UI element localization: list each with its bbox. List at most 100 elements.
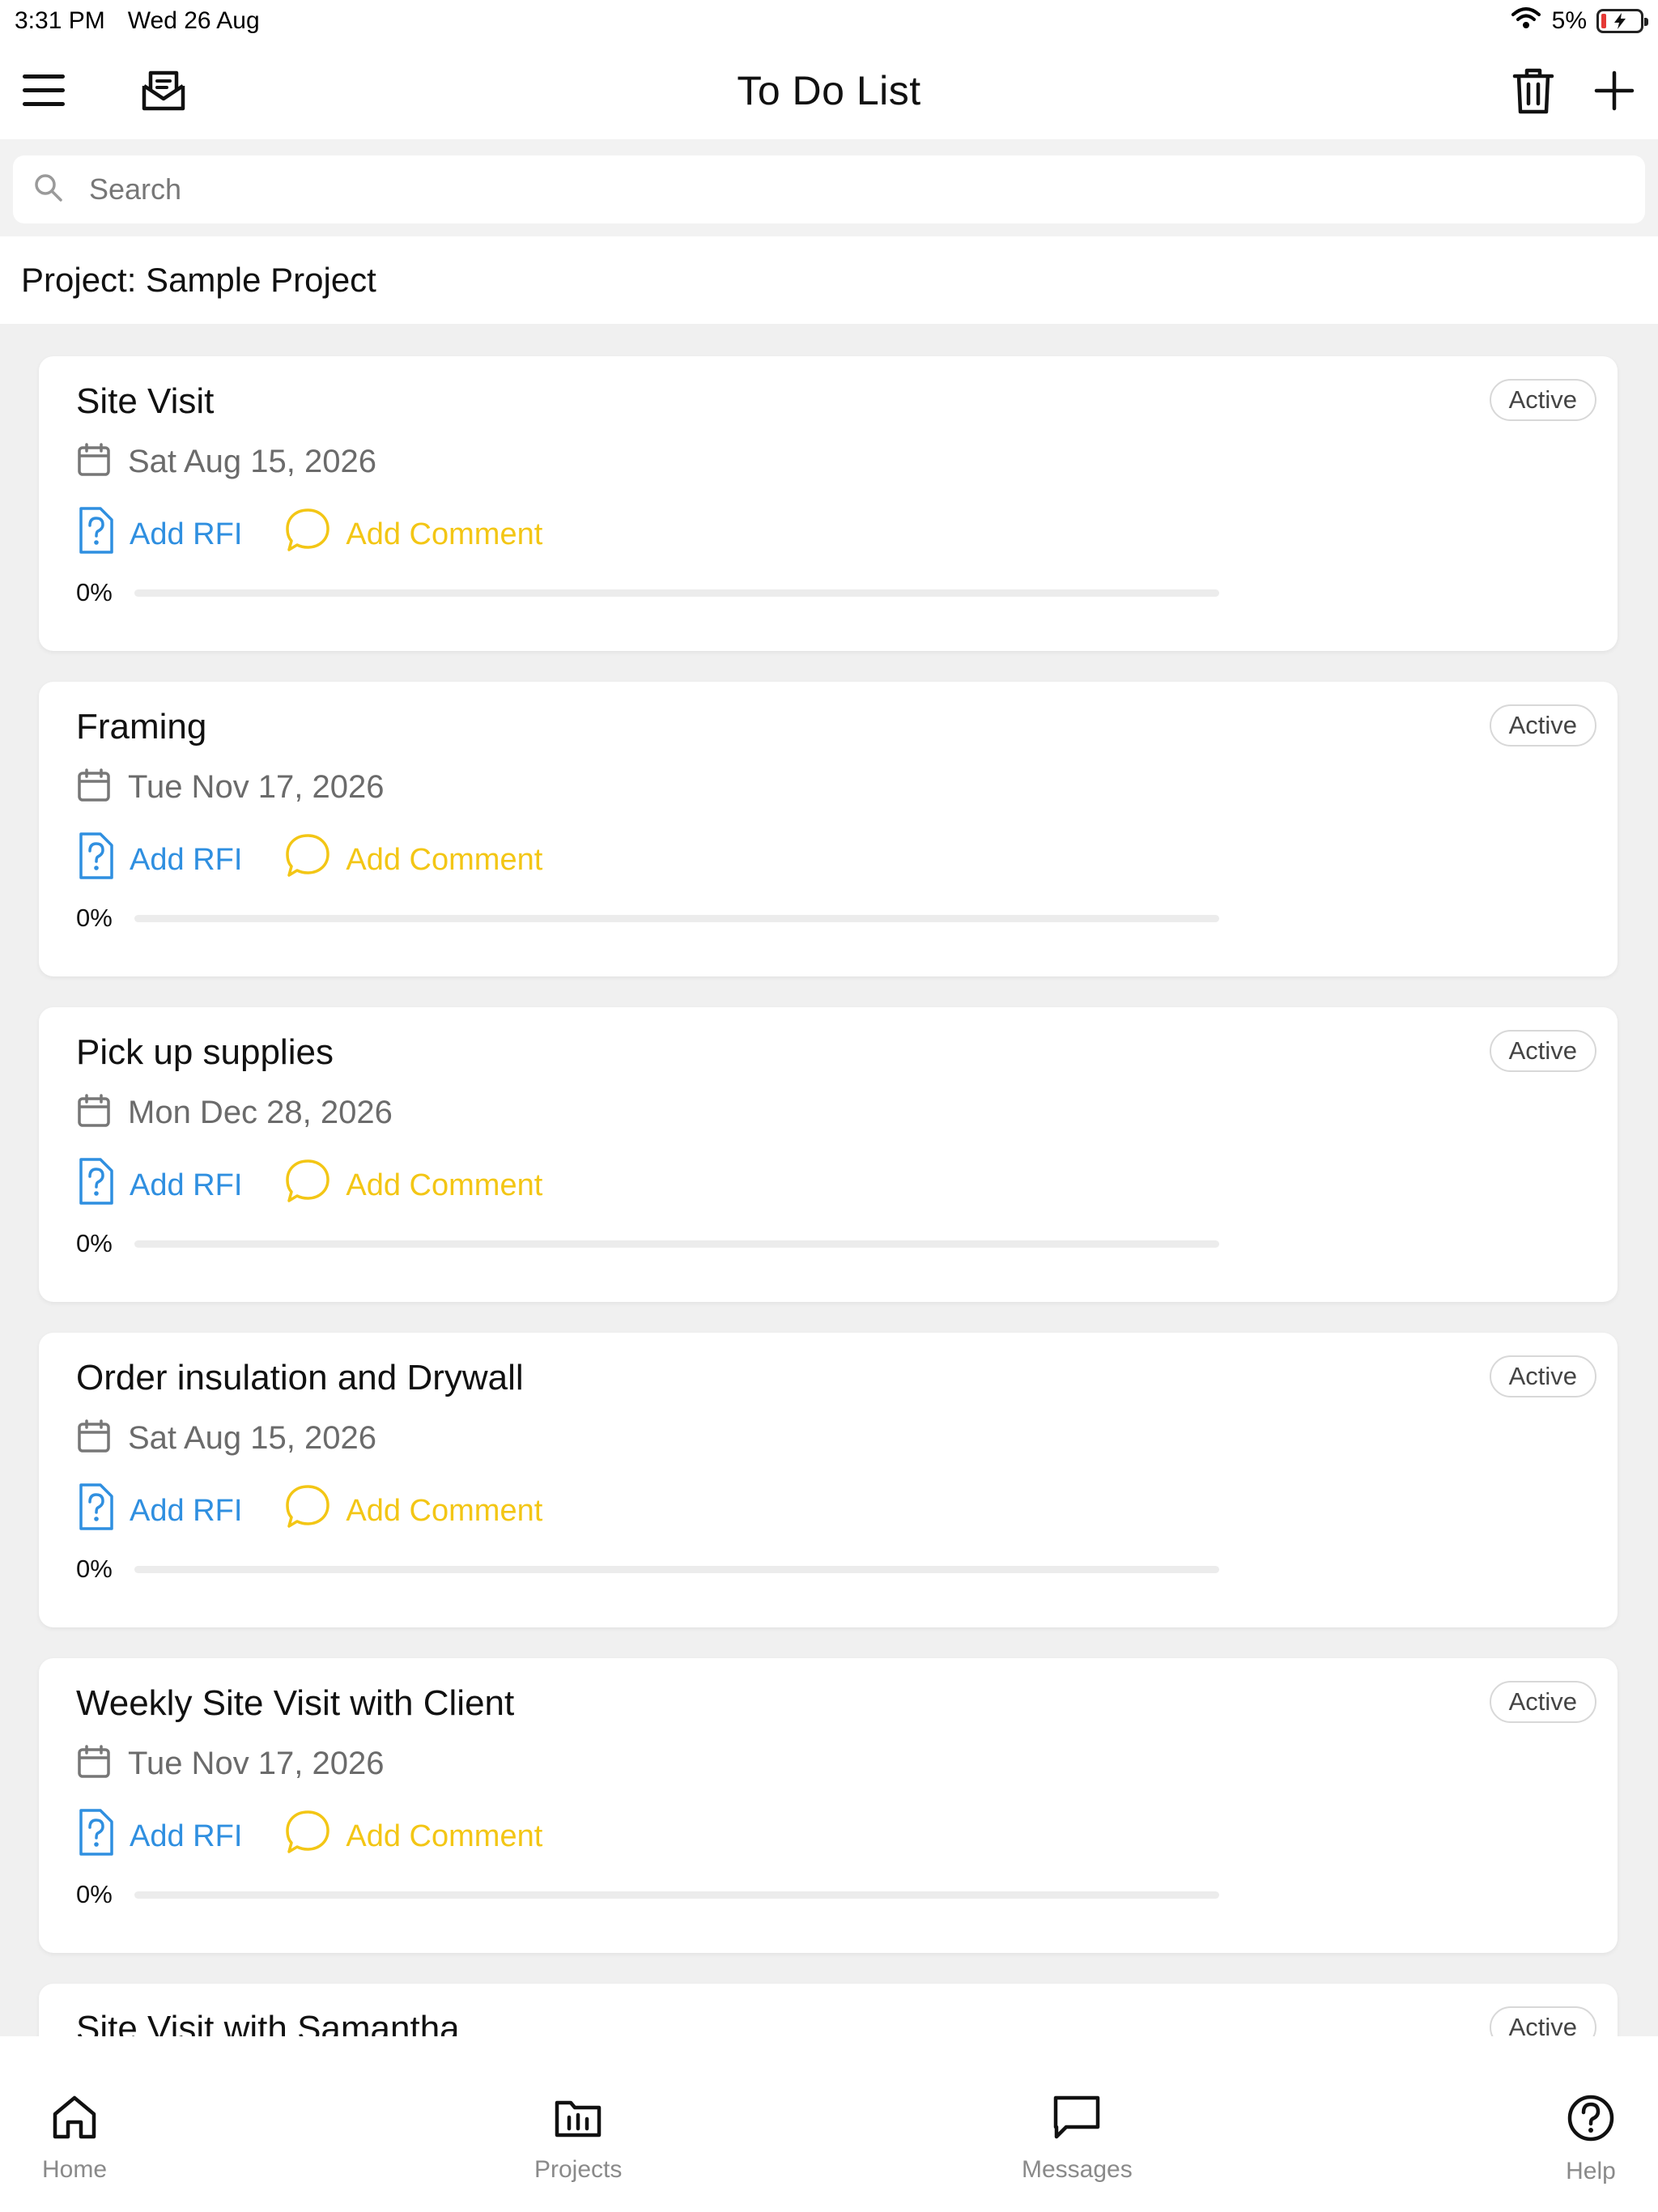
task-actions: Add RFI Add Comment	[76, 506, 1580, 563]
add-comment-button[interactable]: Add Comment	[284, 1809, 542, 1864]
calendar-icon	[76, 1093, 112, 1133]
messages-icon	[1052, 2093, 1102, 2148]
task-card[interactable]: Pick up supplies Active Mon Dec 28, 2026…	[39, 1007, 1618, 1302]
tab-projects[interactable]: Projects	[534, 2093, 622, 2184]
add-rfi-label: Add RFI	[130, 1493, 243, 1528]
trash-icon	[1512, 66, 1554, 119]
task-card[interactable]: Order insulation and Drywall Active Sat …	[39, 1333, 1618, 1627]
progress-row: 0%	[76, 1229, 1580, 1258]
task-date-row: Sat Aug 15, 2026	[76, 1414, 1580, 1462]
task-date-row: Tue Nov 17, 2026	[76, 763, 1580, 811]
add-rfi-button[interactable]: Add RFI	[76, 832, 242, 888]
task-card[interactable]: Framing Active Tue Nov 17, 2026 Add RFI …	[39, 682, 1618, 976]
rfi-document-icon	[76, 1808, 115, 1865]
comment-bubble-icon	[284, 1483, 331, 1538]
project-label: Project: Sample Project	[21, 261, 376, 299]
task-date-row: Tue Nov 17, 2026	[76, 1739, 1580, 1788]
progress-bar	[134, 589, 1219, 597]
help-icon	[1566, 2093, 1616, 2150]
menu-button[interactable]	[18, 66, 70, 118]
status-badge: Active	[1489, 379, 1596, 421]
tab-messages-label: Messages	[1022, 2156, 1133, 2183]
calendar-icon	[76, 1744, 112, 1784]
calendar-icon	[76, 1419, 112, 1458]
battery-percent: 5%	[1551, 7, 1587, 34]
rfi-document-icon	[76, 1482, 115, 1539]
task-date: Sat Aug 15, 2026	[128, 443, 376, 479]
add-comment-button[interactable]: Add Comment	[284, 507, 542, 562]
add-rfi-label: Add RFI	[130, 1168, 243, 1202]
add-rfi-button[interactable]: Add RFI	[76, 1482, 242, 1539]
home-icon	[50, 2093, 99, 2148]
task-card[interactable]: Site Visit with Samantha Active Add RFI …	[39, 1984, 1618, 2036]
calendar-icon	[76, 442, 112, 482]
add-rfi-button[interactable]: Add RFI	[76, 1157, 242, 1214]
add-comment-button[interactable]: Add Comment	[284, 1483, 542, 1538]
add-comment-label: Add Comment	[346, 842, 543, 877]
progress-row: 0%	[76, 1555, 1580, 1584]
status-badge: Active	[1489, 1030, 1596, 1072]
task-date: Tue Nov 17, 2026	[128, 768, 385, 805]
search-bar[interactable]	[13, 155, 1645, 223]
progress-bar	[134, 1891, 1219, 1899]
tab-messages[interactable]: Messages	[1022, 2093, 1133, 2184]
progress-percent: 0%	[76, 1555, 113, 1583]
task-list[interactable]: Site Visit Active Sat Aug 15, 2026 Add R…	[0, 324, 1658, 2036]
comment-bubble-icon	[284, 832, 331, 887]
search-input[interactable]	[89, 172, 1626, 206]
battery-icon	[1596, 9, 1648, 33]
page-title: To Do List	[737, 68, 921, 113]
add-rfi-button[interactable]: Add RFI	[76, 1808, 242, 1865]
tab-help-label: Help	[1566, 2158, 1616, 2184]
add-comment-label: Add Comment	[346, 1493, 543, 1528]
add-rfi-label: Add RFI	[130, 1819, 243, 1853]
task-title: Site Visit	[76, 381, 215, 421]
task-title: Weekly Site Visit with Client	[76, 1683, 515, 1723]
task-actions: Add RFI Add Comment	[76, 1808, 1580, 1865]
rfi-document-icon	[76, 832, 115, 888]
tab-help[interactable]: Help	[1566, 2093, 1616, 2185]
progress-bar	[134, 914, 1219, 922]
task-title: Framing	[76, 707, 207, 747]
task-title: Site Visit with Samantha	[76, 2009, 460, 2036]
progress-row: 0%	[76, 904, 1580, 933]
add-comment-label: Add Comment	[346, 517, 543, 551]
progress-row: 0%	[76, 1880, 1580, 1909]
nav-bar: To Do List	[0, 42, 1658, 139]
projects-icon	[553, 2093, 603, 2148]
task-date: Sat Aug 15, 2026	[128, 1419, 376, 1456]
calendar-icon	[76, 768, 112, 807]
comment-bubble-icon	[284, 1809, 331, 1864]
menu-icon	[21, 72, 66, 113]
status-badge: Active	[1489, 704, 1596, 747]
progress-bar	[134, 1565, 1219, 1573]
tab-home-label: Home	[42, 2156, 108, 2183]
task-card[interactable]: Weekly Site Visit with Client Active Tue…	[39, 1658, 1618, 1953]
delete-button[interactable]	[1507, 66, 1559, 118]
progress-percent: 0%	[76, 904, 113, 932]
task-date-row: Sat Aug 15, 2026	[76, 437, 1580, 486]
status-badge: Active	[1489, 2006, 1596, 2036]
add-comment-button[interactable]: Add Comment	[284, 1158, 542, 1213]
add-rfi-button[interactable]: Add RFI	[76, 506, 242, 563]
add-comment-label: Add Comment	[346, 1819, 543, 1853]
add-task-button[interactable]	[1588, 66, 1640, 118]
status-badge: Active	[1489, 1681, 1596, 1723]
wifi-icon	[1510, 6, 1542, 36]
add-rfi-label: Add RFI	[130, 842, 243, 877]
progress-percent: 0%	[76, 1229, 113, 1257]
progress-percent: 0%	[76, 1880, 113, 1908]
task-actions: Add RFI Add Comment	[76, 832, 1580, 888]
status-badge: Active	[1489, 1355, 1596, 1397]
tab-bar: Home Projects Messages Help	[0, 2069, 1658, 2212]
status-date: Wed 26 Aug	[127, 7, 260, 34]
task-card[interactable]: Site Visit Active Sat Aug 15, 2026 Add R…	[39, 356, 1618, 651]
tab-home[interactable]: Home	[42, 2093, 107, 2184]
rfi-document-icon	[76, 1157, 115, 1214]
mail-button[interactable]	[138, 66, 189, 118]
add-comment-button[interactable]: Add Comment	[284, 832, 542, 887]
progress-bar	[134, 1240, 1219, 1248]
task-title: Pick up supplies	[76, 1032, 334, 1072]
add-comment-label: Add Comment	[346, 1168, 543, 1202]
project-header: Project: Sample Project	[0, 236, 1658, 324]
